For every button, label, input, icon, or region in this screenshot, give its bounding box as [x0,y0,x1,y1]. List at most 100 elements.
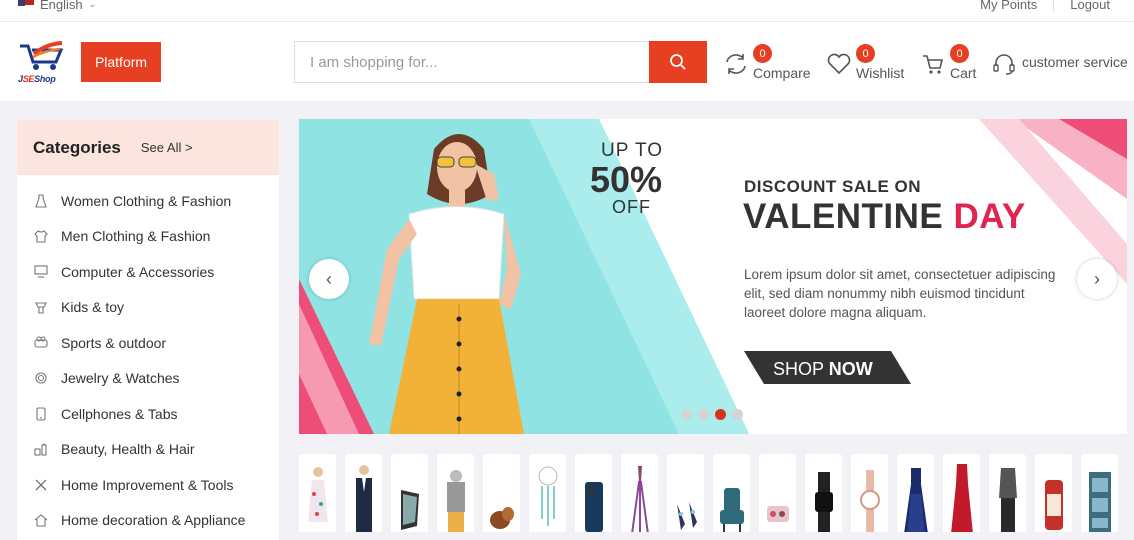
laptop-product-icon [400,490,419,530]
product-thumb[interactable] [575,454,612,532]
carousel-dot[interactable] [732,409,743,420]
carousel-next-button[interactable]: › [1077,259,1117,299]
category-item[interactable]: Men Clothing & Fashion [17,219,279,255]
product-thumb[interactable] [667,454,704,532]
category-item[interactable]: Cellphones & Tabs [17,396,279,432]
category-item[interactable]: Home Improvement & Tools [17,467,279,503]
product-thumb[interactable] [345,454,382,532]
wishlist-link[interactable]: 0 Wishlist [826,44,908,84]
smartwatch-product-icon [814,472,833,532]
compare-count-badge: 0 [753,44,772,63]
category-label: Cellphones & Tabs [61,405,178,422]
earrings-product-icon [676,502,697,530]
product-thumb[interactable] [391,454,428,532]
my-points-link[interactable]: My Points [964,0,1053,12]
category-label: Home Improvement & Tools [61,476,234,493]
cart-label: Cart [950,65,977,81]
category-item[interactable]: Beauty, Health & Hair [17,432,279,468]
makeup-kit-product-icon [766,506,789,522]
cabinet-product-icon [1088,472,1111,532]
carousel-dot[interactable] [681,409,692,420]
wishlist-count-badge: 0 [856,44,875,63]
product-thumb[interactable] [1081,454,1118,532]
category-item[interactable]: Women Clothing & Fashion [17,183,279,219]
hero-banner[interactable]: UP TO 50% OFF DISCOUNT SALE ON VALENTINE… [299,119,1127,434]
categories-sidebar: Categories See All > Women Clothing & Fa… [17,120,279,540]
product-thumb[interactable] [621,454,658,532]
site-logo[interactable]: JSEShop [16,40,68,84]
categories-header: Categories See All > [17,120,279,175]
compare-link[interactable]: 0 Compare [724,44,814,84]
kid-jacket-product-icon [446,470,465,532]
product-thumb[interactable] [897,454,934,532]
carousel-dots [681,409,743,420]
category-item[interactable]: Computer & Accessories [17,254,279,290]
smartphone-product-icon [584,482,603,532]
see-all-link[interactable]: See All > [141,140,193,155]
off-text: OFF [612,197,651,217]
phone-icon [34,407,48,421]
search-button[interactable] [649,41,707,83]
dreamcatcher-product-icon [538,466,557,526]
logo-text: JSEShop [18,74,56,84]
banner-headline: VALENTINE DAY [743,197,1026,236]
home-icon [34,513,48,527]
language-selector[interactable]: English ⌄ [18,0,96,12]
category-label: Home decoration & Appliance [61,512,246,529]
cart-link[interactable]: 0 Cart [922,44,978,84]
armchair-product-icon [719,488,744,532]
category-label: Jewelry & Watches [61,370,180,387]
product-thumb[interactable] [805,454,842,532]
product-thumb[interactable] [759,454,796,532]
cart-icon [923,55,944,74]
category-label: Beauty, Health & Hair [61,441,195,458]
category-item[interactable]: Sports & outdoor [17,325,279,361]
suit-product-icon [355,465,372,532]
carousel-prev-button[interactable]: ‹ [309,259,349,299]
category-item[interactable]: Home decoration & Appliance [17,503,279,539]
product-thumb[interactable] [529,454,566,532]
product-thumb[interactable] [299,454,336,532]
search-input[interactable] [294,41,649,83]
cart-count-badge: 0 [950,44,969,63]
headset-icon [993,54,1015,75]
category-list: Women Clothing & Fashion Men Clothing & … [17,175,279,538]
product-thumb[interactable] [989,454,1026,532]
customer-service-label: customer service [1022,54,1128,70]
search-icon [670,54,686,70]
compare-label: Compare [753,65,811,81]
top-bar: English ⌄ My Points Logout [0,0,1134,22]
category-item[interactable]: Kids & toy [17,290,279,326]
carousel-dot-active[interactable] [715,409,726,420]
customer-service-link[interactable]: customer service [992,44,1132,84]
sports-icon [34,336,48,350]
platform-button[interactable]: Platform [81,42,161,82]
categories-title: Categories [33,137,121,157]
product-thumb[interactable] [1035,454,1072,532]
discount-line: DISCOUNT SALE ON [744,177,922,196]
product-thumb[interactable] [437,454,474,532]
monitor-icon [34,265,48,279]
product-thumb[interactable] [943,454,980,532]
product-strip [299,454,1134,532]
carousel-dot[interactable] [698,409,709,420]
header: JSEShop Platform 0 Compare 0 Wishlist [0,22,1134,102]
category-label: Men Clothing & Fashion [61,228,211,245]
percent-off-value: 50% [590,159,663,200]
category-label: Computer & Accessories [61,263,215,280]
cart-logo-icon [20,41,64,70]
us-flag-icon [18,0,34,10]
watch-icon [34,371,48,385]
shop-now-button[interactable]: SHOP NOW [773,359,873,380]
vest-product-icon [998,468,1017,532]
search-bar [294,41,707,83]
shirt-icon [34,229,48,243]
logout-link[interactable]: Logout [1053,0,1126,12]
category-item[interactable]: Jewelry & Watches [17,361,279,397]
product-thumb[interactable] [713,454,750,532]
wishlist-label: Wishlist [856,65,905,81]
category-label: Kids & toy [61,299,125,316]
product-thumb[interactable] [851,454,888,532]
red-dress-product-icon [950,464,973,532]
product-thumb[interactable] [483,454,520,532]
